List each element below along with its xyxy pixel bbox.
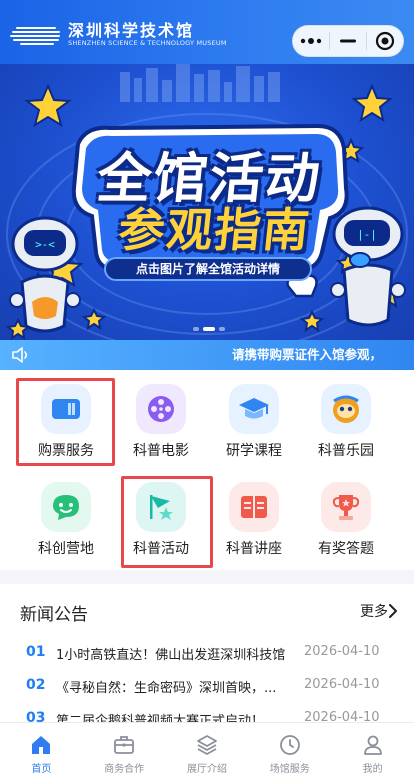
header-bar: 深圳科学技术馆 SHENZHEN SCIENCE & TECHNOLOGY MU… (0, 0, 414, 64)
app-root: 深圳科学技术馆 SHENZHEN SCIENCE & TECHNOLOGY MU… (0, 0, 414, 780)
service-park[interactable]: 科普乐园 (300, 374, 392, 460)
chevron-right-icon[interactable] (388, 604, 398, 618)
service-film[interactable]: 科普电影 (115, 374, 207, 460)
news-section-title: 新闻公告 (20, 605, 88, 625)
svg-text:>-<: >-< (35, 238, 55, 251)
service-label: 研学课程 (226, 443, 282, 459)
logo-english-name: SHENZHEN SCIENCE & TECHNOLOGY MUSEUM (68, 39, 227, 47)
service-label: 科创营地 (38, 541, 94, 557)
news-item-title: 1小时高铁直达！佛山出发逛深圳科技馆 (56, 648, 286, 663)
logo-chinese-name: 深圳科学技术馆 (68, 21, 195, 40)
miniprogram-capsule (292, 25, 404, 57)
logo-text: 深圳科学技术馆 SHENZHEN SCIENCE & TECHNOLOGY MU… (68, 22, 227, 47)
tab-business[interactable]: 商务合作 (83, 723, 166, 780)
news-more-link[interactable]: 更多 (360, 601, 388, 621)
service-label: 科普电影 (133, 443, 189, 459)
layers-icon (197, 735, 217, 755)
tab-label: 我的 (362, 764, 383, 775)
notice-text: 请携带购票证件入馆参观， (232, 347, 383, 362)
service-label: 有奖答题 (318, 541, 374, 557)
briefcase-icon (114, 736, 135, 754)
news-item-number: 02 (26, 677, 46, 693)
service-camp[interactable]: 科创营地 (20, 472, 112, 558)
service-grid: 购票服务 科普电影 研学课程 科普乐园 科创营地 科普活动 科普讲座 有奖答题 (0, 370, 414, 570)
chat-smile-icon (41, 482, 91, 532)
more-icon (300, 38, 322, 44)
news-item[interactable]: 02 《寻秘自然：生命密码》深圳首映，... 2026-04-10 (0, 673, 414, 699)
museum-logo: 深圳科学技术馆 SHENZHEN SCIENCE & TECHNOLOGY MU… (10, 22, 227, 47)
news-item-date: 2026-04-10 (304, 644, 380, 659)
news-item[interactable]: 01 1小时高铁直达！佛山出发逛深圳科技馆 2026-04-10 (0, 640, 414, 666)
highlight-box-ticket (16, 378, 115, 466)
bottom-tab-bar: 首页 商务合作 展厅介绍 场馆服务 我的 (0, 722, 414, 780)
trophy-icon (321, 482, 371, 532)
tab-label: 商务合作 (104, 764, 145, 775)
carousel-dot[interactable] (219, 327, 225, 331)
film-reel-icon (136, 384, 186, 434)
service-label: 科普乐园 (318, 443, 374, 459)
tab-label: 首页 (31, 764, 52, 775)
more-button[interactable] (293, 25, 329, 57)
news-section: 新闻公告 更多 01 1小时高铁直达！佛山出发逛深圳科技馆 2026-04-10… (0, 584, 414, 730)
service-quiz[interactable]: 有奖答题 (300, 472, 392, 558)
highlight-box-activity (121, 476, 213, 568)
tab-label: 场馆服务 (269, 764, 310, 775)
clock-icon (279, 735, 300, 755)
banner-cta-pill[interactable]: 点击图片了解全馆活动详情 (104, 257, 312, 281)
book-icon (229, 482, 279, 532)
tab-venue-service[interactable]: 场馆服务 (248, 723, 331, 780)
tab-home[interactable]: 首页 (0, 723, 83, 780)
carousel-indicator (193, 327, 225, 331)
news-item-number: 01 (26, 644, 46, 660)
svg-text:|-|: |-| (357, 228, 377, 241)
mascot-icon (321, 384, 371, 434)
close-button[interactable] (367, 25, 403, 57)
carousel-dot-active[interactable] (203, 327, 215, 331)
tab-label: 展厅介绍 (186, 764, 227, 775)
news-item-date: 2026-04-10 (304, 677, 380, 692)
minimize-button[interactable] (330, 25, 366, 57)
speaker-icon (12, 347, 28, 363)
activity-banner[interactable]: >-< |-| 全馆活动 参观指南 点击图片了解全馆活动详情 (0, 64, 414, 340)
service-label: 科普讲座 (226, 541, 282, 557)
notice-bar[interactable]: 请携带购票证件入馆参观， (0, 340, 414, 370)
home-icon (32, 736, 51, 754)
graduation-cap-icon (229, 384, 279, 434)
user-icon (363, 735, 382, 755)
tab-exhibition[interactable]: 展厅介绍 (166, 723, 249, 780)
tab-profile[interactable]: 我的 (331, 723, 414, 780)
close-target-icon (375, 31, 395, 51)
banner-title-line2: 参观指南 (115, 203, 314, 257)
news-item-title: 《寻秘自然：生命密码》深圳首映，... (56, 681, 277, 696)
carousel-dot[interactable] (193, 327, 199, 331)
logo-mark-icon (10, 26, 60, 45)
service-course[interactable]: 研学课程 (208, 374, 300, 460)
minimize-icon (339, 39, 356, 43)
service-lecture[interactable]: 科普讲座 (208, 472, 300, 558)
